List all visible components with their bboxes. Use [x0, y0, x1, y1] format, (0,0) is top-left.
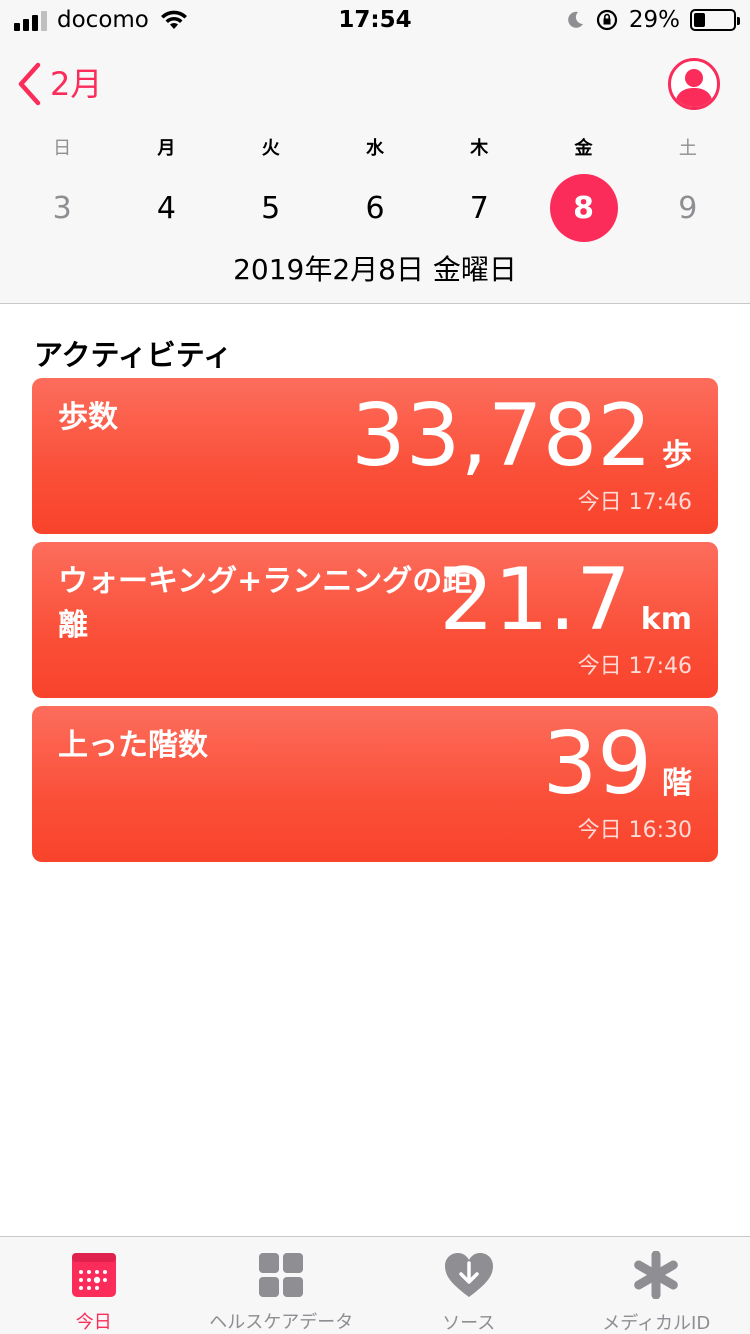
tab-health-data[interactable]: ヘルスケアデータ	[188, 1237, 376, 1334]
card-timestamp: 今日 17:46	[577, 654, 692, 679]
status-right: 29%	[565, 6, 740, 34]
heart-download-icon	[443, 1251, 495, 1299]
card-value: 21.7 km	[439, 550, 692, 650]
weekday-label: 日	[53, 138, 72, 159]
card-number: 21.7	[439, 550, 631, 650]
tab-label: メディカルID	[602, 1313, 711, 1334]
card-number: 33,782	[351, 386, 652, 486]
battery-icon	[690, 9, 740, 31]
card-value: 33,782 歩	[351, 386, 692, 486]
date-3[interactable]: 3	[28, 174, 96, 242]
back-button[interactable]: 2月	[16, 60, 102, 108]
back-label: 2月	[50, 65, 103, 103]
date-row: 3 4 5 6 7 8 9	[10, 174, 740, 242]
battery-percent: 29%	[628, 7, 680, 33]
full-date-label: 2019年2月8日 金曜日	[233, 253, 517, 286]
tab-label: ソース	[442, 1313, 496, 1334]
weekday-label: 土	[678, 138, 697, 159]
weekday-row: 日 月 火 水 木 金 土	[10, 134, 740, 160]
tab-label: 今日	[75, 1312, 112, 1333]
card-number: 39	[542, 714, 652, 814]
grid-icon	[255, 1251, 307, 1298]
tab-bar: 今日 ヘルスケアデータ ソース メディカルID	[0, 1236, 750, 1334]
card-timestamp: 今日 16:30	[577, 818, 692, 843]
distance-card[interactable]: ウォーキング+ランニングの距離 21.7 km 今日 17:46	[32, 542, 718, 698]
calendar-header: 2月 日 月 火 水 木 金 土 3 4 5 6 7 8 9 2019年2月8日…	[0, 40, 750, 304]
card-unit: km	[640, 602, 692, 637]
flights-climbed-card[interactable]: 上った階数 39 階 今日 16:30	[32, 706, 718, 862]
weekday-label: 木	[470, 138, 489, 159]
section-title-activity: アクティビティ	[34, 338, 233, 372]
card-timestamp: 今日 17:46	[577, 490, 692, 515]
weekday-label: 水	[365, 138, 384, 159]
date-6[interactable]: 6	[341, 174, 409, 242]
date-9[interactable]: 9	[654, 174, 722, 242]
card-value: 39 階	[543, 714, 692, 814]
card-unit: 階	[662, 766, 692, 801]
date-5[interactable]: 5	[237, 174, 305, 242]
card-title: 上った階数	[58, 728, 208, 763]
tab-sources[interactable]: ソース	[375, 1237, 563, 1334]
tab-today[interactable]: 今日	[0, 1237, 188, 1334]
weekday-label: 月	[157, 138, 176, 159]
rotation-lock-icon	[596, 9, 617, 31]
calendar-icon	[68, 1251, 120, 1298]
chevron-left-icon	[18, 62, 41, 106]
date-8-selected[interactable]: 8	[549, 174, 618, 242]
steps-card[interactable]: 歩数 33,782 歩 今日 17:46	[32, 378, 718, 534]
date-4[interactable]: 4	[132, 174, 200, 242]
status-bar: docomo 17:54 29%	[0, 0, 750, 40]
card-title: ウォーキング+ランニングの距離	[58, 564, 473, 643]
asterisk-icon	[630, 1251, 682, 1299]
user-icon	[675, 69, 713, 107]
weekday-label: 金	[574, 138, 593, 159]
card-title: 歩数	[58, 400, 118, 435]
tab-label: ヘルスケアデータ	[209, 1312, 354, 1333]
moon-icon	[568, 11, 583, 28]
profile-button[interactable]	[668, 58, 720, 110]
weekday-label: 火	[261, 138, 280, 159]
card-unit: 歩	[662, 438, 692, 473]
date-7[interactable]: 7	[445, 174, 513, 242]
tab-medical-id[interactable]: メディカルID	[563, 1237, 750, 1334]
